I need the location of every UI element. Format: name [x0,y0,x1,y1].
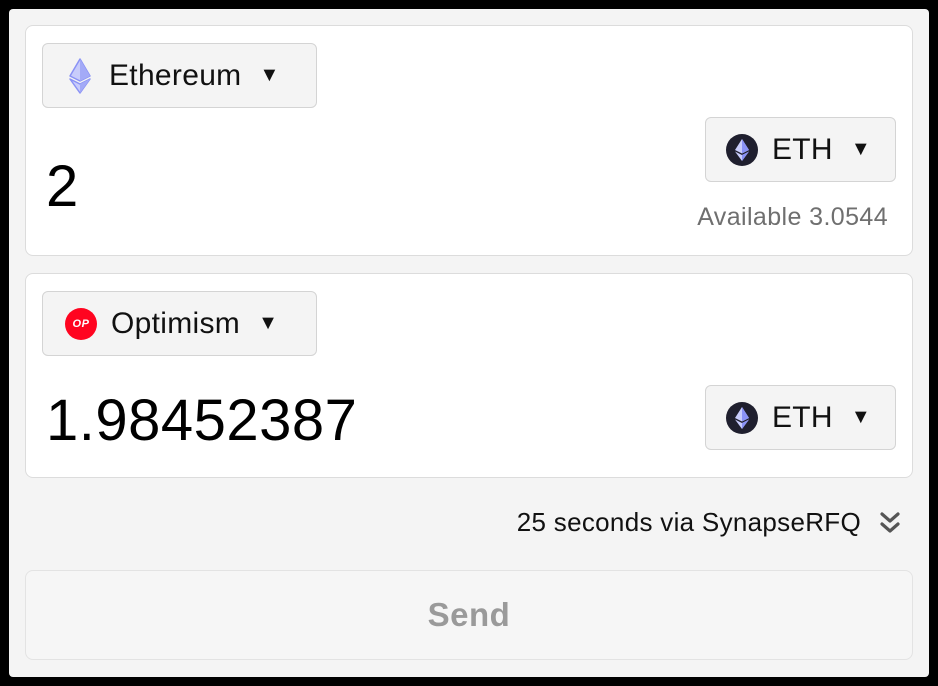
route-info-text: 25 seconds via SynapseRFQ [516,507,861,537]
bridge-panel: Ethereum ▼ 2 ETH ▼ Available 3.0544 OP O… [9,9,929,677]
to-chain-label: Optimism [111,306,241,340]
ethereum-icon [69,57,91,94]
from-card: Ethereum ▼ 2 ETH ▼ Available 3.0544 [25,25,913,256]
from-token-selector[interactable]: ETH ▼ [705,117,896,182]
from-chain-selector[interactable]: Ethereum ▼ [42,43,317,108]
to-token-selector[interactable]: ETH ▼ [705,385,896,450]
to-chain-selector[interactable]: OP Optimism ▼ [42,291,317,356]
eth-token-icon [726,133,758,166]
from-amount-input[interactable]: 2 [46,158,79,216]
from-token-label: ETH [772,132,833,166]
route-info-toggle[interactable]: 25 seconds via SynapseRFQ [517,507,901,538]
optimism-icon: OP [65,307,97,340]
send-button[interactable]: Send [25,570,913,660]
from-chain-label: Ethereum [109,58,242,92]
caret-down-icon: ▼ [259,64,280,86]
caret-down-icon: ▼ [850,406,871,428]
available-balance[interactable]: Available 3.0544 [697,203,888,232]
caret-down-icon: ▼ [258,312,278,334]
to-token-label: ETH [772,400,833,434]
caret-down-icon: ▼ [850,138,871,160]
to-amount-output: 1.98452387 [46,388,358,453]
eth-token-icon [726,401,758,434]
double-chevron-down-icon [880,511,900,533]
to-card: OP Optimism ▼ 1.98452387 ETH ▼ [25,273,913,478]
